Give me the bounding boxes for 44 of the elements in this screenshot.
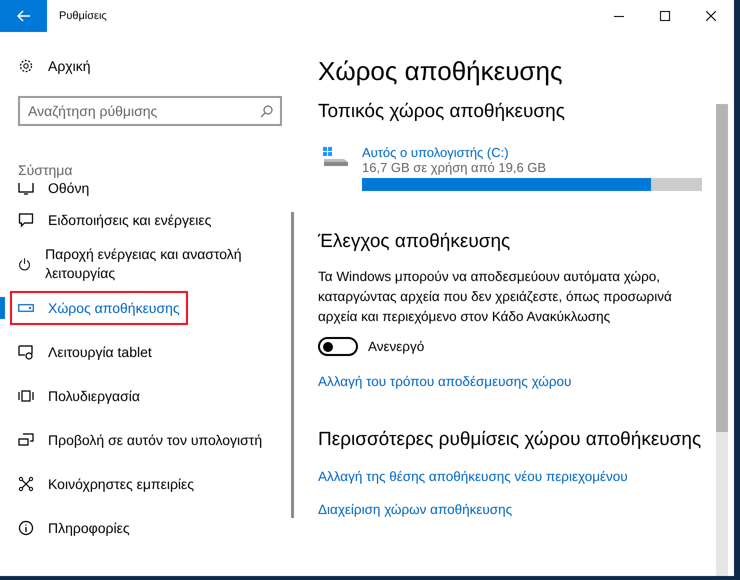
sidebar-item[interactable]: Πληροφορίες xyxy=(12,518,136,538)
section-heading: Περισσότερες ρυθμίσεις χώρου αποθήκευσης xyxy=(318,429,702,451)
page-title: Χώρος αποθήκευσης xyxy=(318,56,562,87)
info-icon xyxy=(18,520,34,536)
close-icon xyxy=(706,11,716,21)
monitor-icon xyxy=(18,180,34,196)
back-arrow-icon xyxy=(16,10,30,22)
search-field[interactable]: Αναζήτηση ρύθμισης xyxy=(18,96,282,126)
screen-projection-icon xyxy=(18,432,34,448)
section-heading: Τοπικός χώρος αποθήκευσης xyxy=(318,101,565,123)
tablet-icon xyxy=(18,344,34,360)
settings-link[interactable]: Αλλαγή της θέσης αποθήκευσης νέου περιεχομένου xyxy=(318,469,628,484)
settings-link[interactable]: Αλλαγή του τρόπου αποδέσμευσης χώρου xyxy=(318,374,572,389)
sidebar-item[interactable]: Λειτουργία tablet xyxy=(12,342,158,362)
drive-icon xyxy=(322,145,350,169)
description-text: Τα Windows μπορούν να αποδεσμεύουν αυτόματα χώρο, καταργώντας αρχεία που δεν χρειάζεστε, όπως προσωρινά αρχεία και περιεχόμενο στον Κάδο Ανακύκλωσης xyxy=(318,268,673,326)
sidebar-item[interactable]: Οθόνη xyxy=(12,178,96,198)
sidebar-item[interactable]: Πολυδιεργασία xyxy=(12,386,146,406)
toggle-label: Ανενεργό xyxy=(368,339,424,354)
sidebar-item[interactable]: Προβολή σε αυτόν τον υπολογιστή xyxy=(12,430,268,450)
scrollbar[interactable] xyxy=(716,104,728,576)
scrollbar[interactable] xyxy=(291,212,294,518)
power-icon xyxy=(18,256,32,272)
sidebar-item[interactable]: Παροχή ενέργειας και αναστολή λειτουργίας xyxy=(12,245,272,283)
share-nodes-icon xyxy=(18,476,34,492)
search-icon xyxy=(260,105,273,118)
sidebar-item[interactable]: Χώρος αποθήκευσης xyxy=(12,293,186,323)
settings-link[interactable]: Διαχείριση χώρων αποθήκευσης xyxy=(318,502,512,517)
sidebar-item[interactable]: Κοινόχρηστες εμπειρίες xyxy=(12,474,200,494)
drive-usage: 16,7 GB σε χρήση από 19,6 GB xyxy=(362,160,548,175)
scrollbar-thumb[interactable] xyxy=(716,104,728,432)
toggle-switch[interactable] xyxy=(318,337,358,356)
sidebar-item[interactable]: Ειδοποιήσεις και ενέργειες xyxy=(12,210,218,230)
section-heading: Σύστημα xyxy=(18,162,72,178)
back-button[interactable] xyxy=(0,0,47,32)
home-link[interactable]: Αρχική xyxy=(18,58,91,74)
speech-bubble-icon xyxy=(18,212,34,228)
section-heading: Έλεγχος αποθήκευσης xyxy=(318,231,510,253)
windows-stack-icon xyxy=(18,388,34,404)
window-title: Ρυθμίσεις xyxy=(59,10,108,22)
drive-icon xyxy=(18,304,34,312)
drive-link[interactable]: Αυτός ο υπολογιστής (C:) xyxy=(362,145,702,160)
settings-icon xyxy=(18,58,34,74)
maximize-icon xyxy=(660,11,670,21)
